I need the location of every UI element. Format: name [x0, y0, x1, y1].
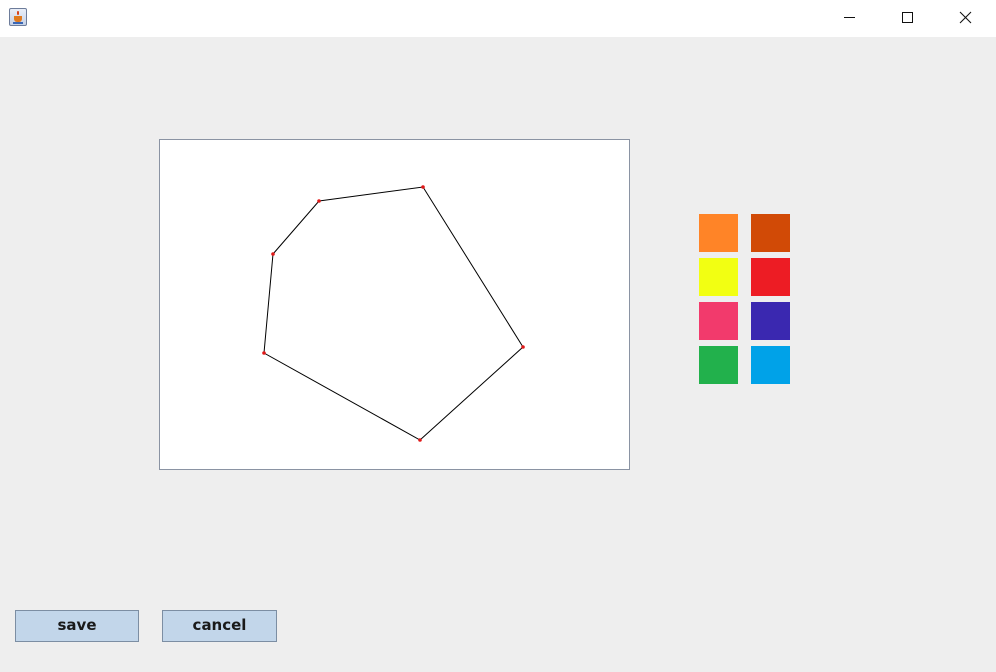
color-swatch-yellow[interactable]	[699, 258, 738, 296]
java-cup-icon	[9, 8, 27, 26]
polygon-vertex[interactable]	[418, 438, 422, 442]
close-icon	[959, 11, 972, 24]
minimize-button[interactable]	[826, 0, 872, 37]
polygon-vertex[interactable]	[271, 252, 275, 256]
color-swatch-pink[interactable]	[699, 302, 738, 340]
close-button[interactable]	[942, 0, 988, 37]
java-plate-shape	[13, 22, 23, 24]
title-bar	[0, 0, 996, 37]
save-button[interactable]: save	[15, 610, 139, 642]
cancel-button[interactable]: cancel	[162, 610, 277, 642]
polygon-drawing	[262, 185, 525, 442]
polygon-shape	[263, 186, 524, 441]
polygon-vertex[interactable]	[521, 345, 525, 349]
polygon-vertex[interactable]	[421, 185, 425, 189]
color-swatch-red[interactable]	[751, 258, 790, 296]
minimize-icon	[844, 17, 855, 18]
polygon-vertex[interactable]	[262, 351, 266, 355]
app-window: save cancel	[0, 0, 996, 672]
java-steam-shape	[17, 11, 19, 15]
color-swatch-sky-blue[interactable]	[751, 346, 790, 384]
color-swatch-orange[interactable]	[699, 214, 738, 252]
color-swatch-dark-orange[interactable]	[751, 214, 790, 252]
polygon-vertex[interactable]	[317, 199, 321, 203]
maximize-button[interactable]	[884, 0, 930, 37]
drawing-canvas[interactable]	[159, 139, 630, 470]
color-swatch-green[interactable]	[699, 346, 738, 384]
maximize-icon	[902, 12, 913, 23]
color-swatch-indigo[interactable]	[751, 302, 790, 340]
